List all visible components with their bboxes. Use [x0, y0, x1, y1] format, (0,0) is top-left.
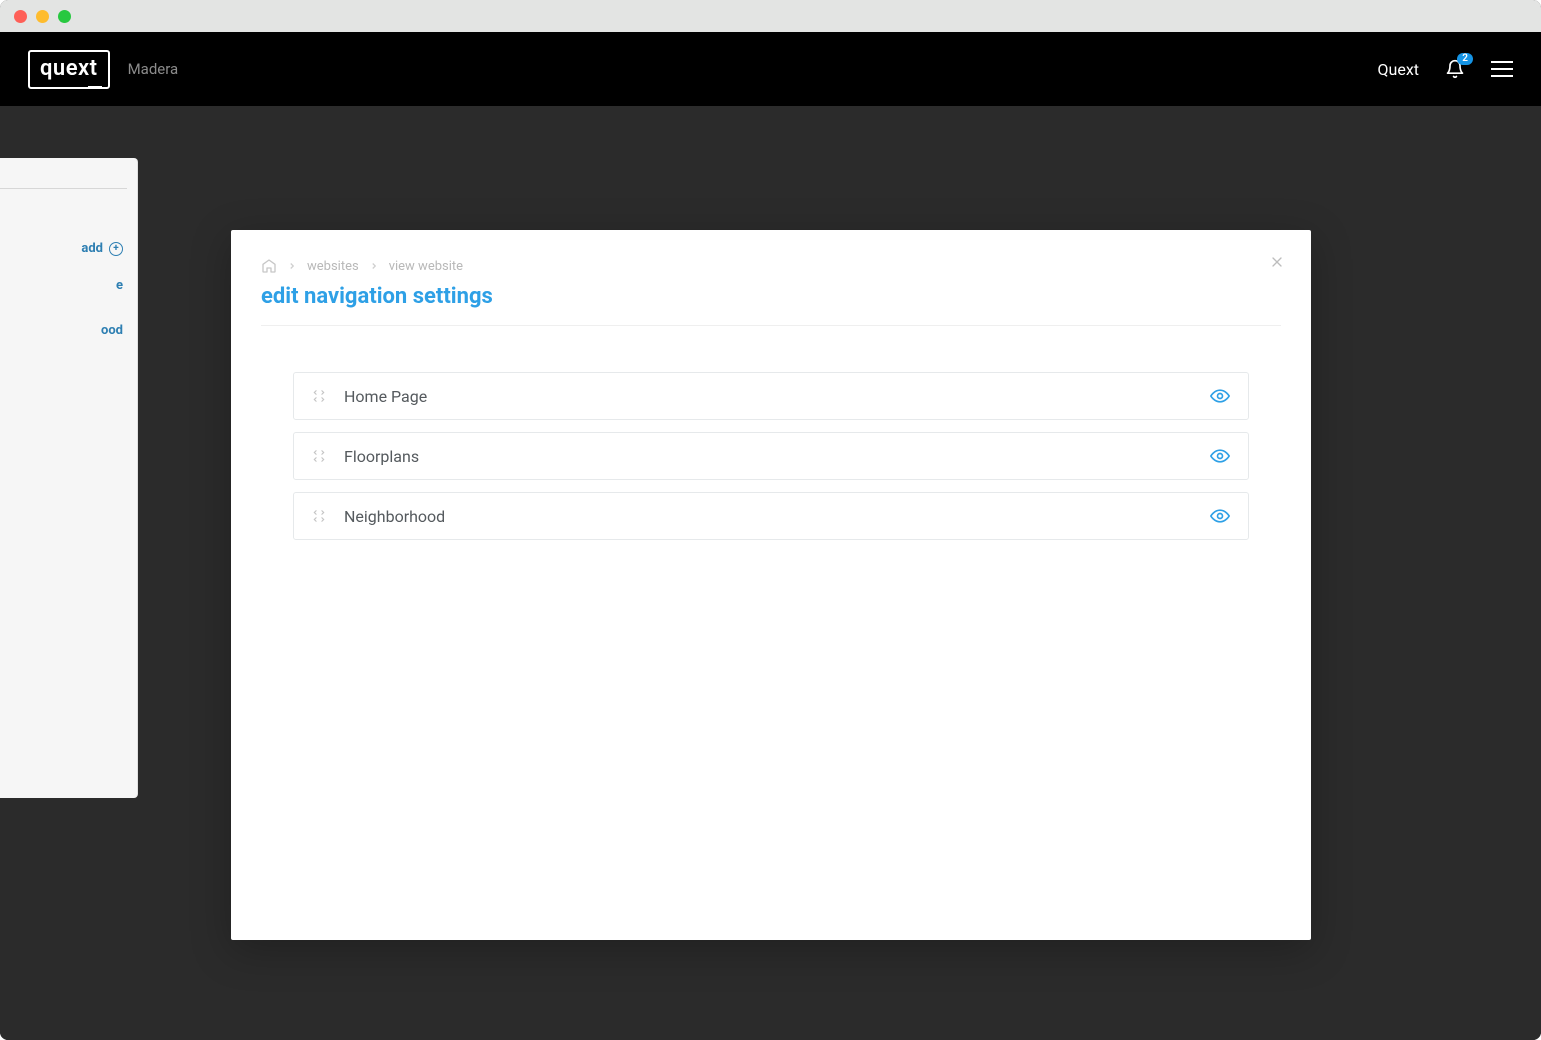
visibility-toggle[interactable]	[1210, 446, 1230, 466]
breadcrumb-websites[interactable]: websites	[307, 259, 359, 274]
drag-handle-icon[interactable]	[312, 449, 326, 463]
nav-item-label: Home Page	[344, 387, 1210, 406]
eye-icon	[1210, 506, 1230, 526]
modal-title: edit navigation settings	[261, 284, 1281, 326]
nav-item-label: Neighborhood	[344, 507, 1210, 526]
chevron-right-icon	[287, 261, 297, 271]
edit-navigation-modal: websites view website edit navigation se…	[231, 230, 1311, 940]
breadcrumb-view-website[interactable]: view website	[389, 259, 463, 274]
eye-icon	[1210, 386, 1230, 406]
nav-item-list: Home Page Floorplans	[261, 372, 1281, 540]
visibility-toggle[interactable]	[1210, 506, 1230, 526]
nav-item-label: Floorplans	[344, 447, 1210, 466]
nav-item-row[interactable]: Home Page	[293, 372, 1249, 420]
breadcrumb: websites view website	[261, 258, 1281, 274]
close-icon	[1269, 254, 1285, 270]
nav-item-row[interactable]: Floorplans	[293, 432, 1249, 480]
close-button[interactable]	[1269, 254, 1285, 270]
app-window: quext Madera Quext 2 add +	[0, 0, 1541, 1040]
chevron-right-icon	[369, 261, 379, 271]
eye-icon	[1210, 446, 1230, 466]
modal-overlay: websites view website edit navigation se…	[0, 0, 1541, 1040]
drag-handle-icon[interactable]	[312, 509, 326, 523]
nav-item-row[interactable]: Neighborhood	[293, 492, 1249, 540]
home-icon[interactable]	[261, 258, 277, 274]
drag-handle-icon[interactable]	[312, 389, 326, 403]
visibility-toggle[interactable]	[1210, 386, 1230, 406]
